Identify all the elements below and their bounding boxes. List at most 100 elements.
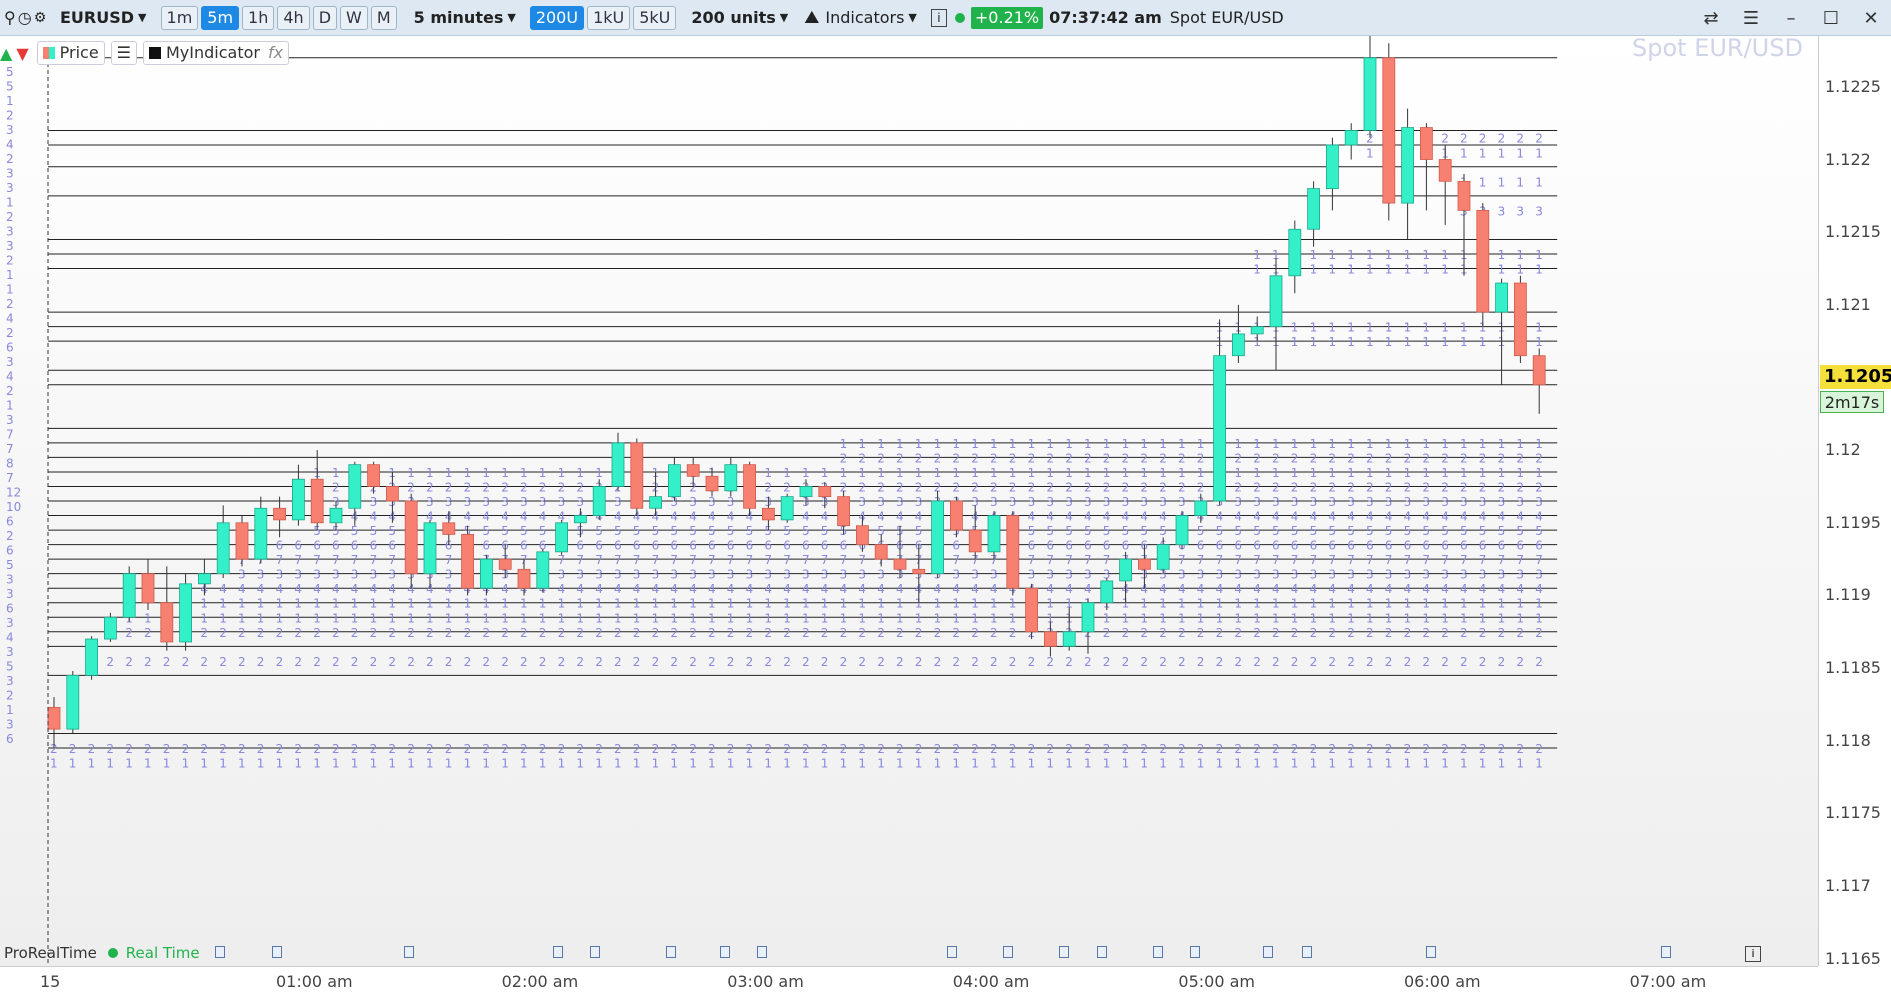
profile-digit: 5 (915, 524, 923, 538)
profile-digit: 1 (219, 611, 227, 625)
profile-digit: 2 (1347, 451, 1355, 465)
indicator-legend-item[interactable]: MyIndicator fx (143, 41, 290, 65)
list-legend-item[interactable]: ☰ (110, 41, 137, 65)
profile-digit: 3 (877, 495, 885, 509)
event-doc-icon[interactable] (215, 946, 225, 958)
candle-bull (668, 464, 681, 498)
profile-digit: 2 (633, 655, 641, 669)
profile-digit: 4 (332, 582, 340, 596)
indicators-button[interactable]: ⛰ Indicators ▼ (800, 5, 921, 31)
event-doc-icon[interactable] (757, 946, 767, 958)
event-doc-icon[interactable] (590, 946, 600, 958)
maximize-icon[interactable]: ☐ (1811, 8, 1851, 29)
close-icon[interactable]: ✕ (1851, 8, 1891, 29)
profile-digit: 2 (257, 626, 265, 640)
profile-digit: 2 (1422, 451, 1430, 465)
event-doc-icon[interactable] (1661, 946, 1671, 958)
profile-digit: 1 (1197, 466, 1205, 480)
event-doc-icon[interactable] (1190, 946, 1200, 958)
profile-digit: 1 (1422, 757, 1430, 771)
profile-digit: 2 (614, 626, 622, 640)
timeframe-1h-button[interactable]: 1h (242, 5, 275, 30)
event-doc-icon[interactable] (947, 946, 957, 958)
left-digit: 3 (6, 225, 14, 239)
left-digit: 7 (6, 428, 14, 442)
info-button[interactable]: i (927, 5, 951, 31)
profile-digit: 6 (1046, 539, 1054, 553)
timeframe-d-button[interactable]: D (312, 5, 338, 30)
unit-5ku-button[interactable]: 5kU (633, 5, 677, 30)
menu-icon[interactable]: ☰ (1731, 8, 1771, 29)
price-axis[interactable]: 1.1225 1.122 1.1215 1.121 1.1205 1.12 1.1195 1.… (1818, 36, 1891, 968)
profile-digit: 3 (351, 568, 359, 582)
profile-digit: 1 (1065, 466, 1073, 480)
pin-icon[interactable]: ⚲ (4, 8, 16, 27)
event-doc-icon[interactable] (1426, 946, 1436, 958)
profile-digit: 2 (200, 626, 208, 640)
event-doc-icon[interactable] (553, 946, 563, 958)
profile-digit: 2 (1234, 626, 1242, 640)
event-doc-icon[interactable] (1003, 946, 1013, 958)
profile-digit: 6 (294, 539, 302, 553)
profile-digit: 2 (276, 655, 284, 669)
timeframe-5m-button[interactable]: 5m (201, 5, 240, 30)
profile-digit: 1 (407, 611, 415, 625)
profile-digit: 6 (1479, 539, 1487, 553)
info-corner-icon[interactable]: i (1745, 946, 1761, 962)
price-legend-item[interactable]: Price (36, 41, 105, 65)
profile-digit: 4 (1366, 510, 1374, 524)
profile-digit: 5 (783, 524, 791, 538)
event-doc-icon[interactable] (1097, 946, 1107, 958)
timeframe-4h-button[interactable]: 4h (277, 5, 310, 30)
profile-digit: 2 (182, 655, 190, 669)
symbol-selector[interactable]: EURUSD ▼ (56, 5, 151, 31)
candle-bear (856, 525, 869, 545)
event-doc-icon[interactable] (1153, 946, 1163, 958)
time-axis[interactable]: 15 01:00 am 02:00 am 03:00 am 04:00 am 05:00 … (0, 966, 1818, 995)
profile-digit: 1 (520, 466, 528, 480)
profile-digit: 1 (614, 597, 622, 611)
profile-digit: 4 (990, 582, 998, 596)
profile-digit: 1 (1009, 597, 1017, 611)
timeframe-1m-button[interactable]: 1m (160, 5, 199, 30)
profile-digit: 1 (1328, 597, 1336, 611)
unit-200u-button[interactable]: 200U (529, 5, 585, 30)
timeframe-w-button[interactable]: W (340, 5, 368, 30)
sync-icon[interactable]: ⇄ (1691, 8, 1731, 29)
profile-digit: 1 (426, 757, 434, 771)
profile-digit: 1 (1310, 466, 1318, 480)
event-doc-icon[interactable] (404, 946, 414, 958)
event-doc-icon[interactable] (1059, 946, 1069, 958)
profile-digit: 3 (746, 568, 754, 582)
event-doc-icon[interactable] (272, 946, 282, 958)
units-selector[interactable]: 200 units ▼ (687, 5, 792, 31)
event-doc-icon[interactable] (666, 946, 676, 958)
unit-1ku-button[interactable]: 1kU (587, 5, 631, 30)
profile-digit: 4 (1234, 510, 1242, 524)
left-digit: 1 (6, 196, 14, 210)
arrow-up-icon[interactable]: ▲ (0, 44, 12, 63)
profile-digit: 2 (896, 742, 904, 756)
timeframe-m-button[interactable]: M (370, 5, 397, 30)
settings-icon[interactable]: ⚙ (34, 10, 47, 26)
minimize-icon[interactable]: – (1771, 8, 1811, 29)
clock-icon[interactable]: ◷ (18, 8, 32, 27)
profile-digit: 4 (1272, 582, 1280, 596)
interval-selector[interactable]: 5 minutes ▼ (410, 5, 520, 31)
profile-digit: 7 (1046, 553, 1054, 567)
profile-digit: 2 (990, 655, 998, 669)
event-doc-icon[interactable] (1302, 946, 1312, 958)
chart-area[interactable]: Spot EUR/USD 222222222211111111111111133… (0, 36, 1818, 966)
profile-digit: 5 (1197, 524, 1205, 538)
arrow-down-icon[interactable]: ▼ (16, 44, 28, 63)
profile-digit: 4 (558, 582, 566, 596)
profile-digit: 4 (633, 582, 641, 596)
profile-digit: 6 (783, 539, 791, 553)
profile-digit: 2 (200, 742, 208, 756)
profile-digit: 2 (1498, 655, 1506, 669)
candle-bull (1307, 188, 1320, 230)
event-doc-icon[interactable] (720, 946, 730, 958)
profile-digit: 2 (1272, 742, 1280, 756)
event-doc-icon[interactable] (1263, 946, 1273, 958)
fx-icon[interactable]: fx (268, 42, 283, 64)
